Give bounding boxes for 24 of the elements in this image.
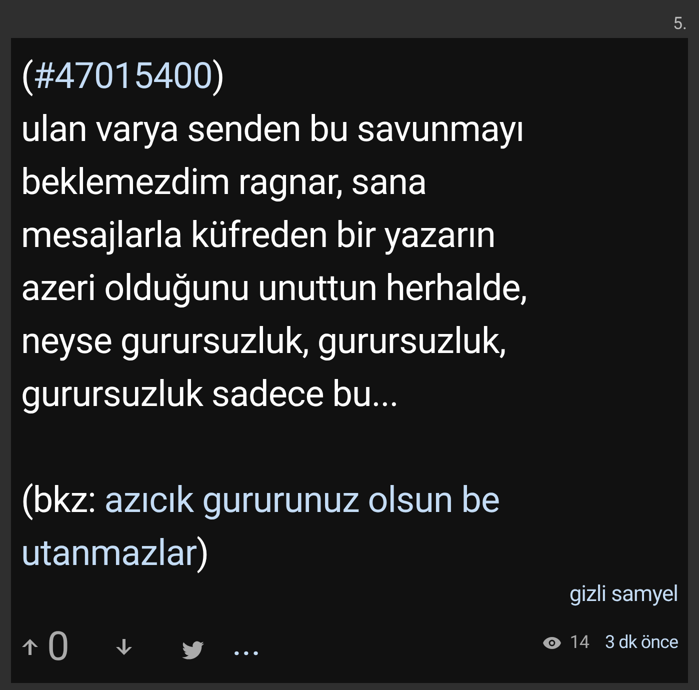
entry-text-line: ulan varya senden bu savunmayı <box>21 107 526 152</box>
upvote-button[interactable] <box>21 637 39 657</box>
view-count: 14 <box>570 631 589 655</box>
entry-text-line: gurursuzluk sadece bu... <box>21 372 400 417</box>
share-button[interactable] <box>180 641 205 661</box>
entry-time[interactable]: 3 dk önce <box>605 616 678 669</box>
eye-icon <box>542 636 562 650</box>
entry-text-line: beklemezdim ragnar, sana <box>21 160 428 205</box>
entry-text-line: mesajlarla küfreden bir yazarın <box>21 213 496 258</box>
see-also-text: (bkz: azıcık gururunuz olsun be utanmazlar) <box>21 478 501 576</box>
arrow-up-icon <box>21 637 39 657</box>
downvote-button[interactable] <box>114 637 133 657</box>
entry-reference: (#47015400) <box>21 54 226 99</box>
entry-number: 5. <box>672 13 687 36</box>
link[interactable]: azıcık gururunuz olsun be <box>104 479 500 521</box>
bird-icon <box>180 641 205 661</box>
link[interactable]: utanmazlar <box>21 532 197 574</box>
link[interactable]: #47015400 <box>32 55 212 97</box>
author-link[interactable]: gizli samyel <box>569 580 678 610</box>
more-button[interactable]: ... <box>232 634 262 660</box>
entry-text-line: azeri olduğunu unuttun herhalde, <box>21 266 528 311</box>
vote-count: 0 <box>47 625 69 669</box>
arrow-down-icon <box>114 637 133 657</box>
entry-text-line: neyse gurursuzluk, gurursuzluk, <box>21 319 507 364</box>
